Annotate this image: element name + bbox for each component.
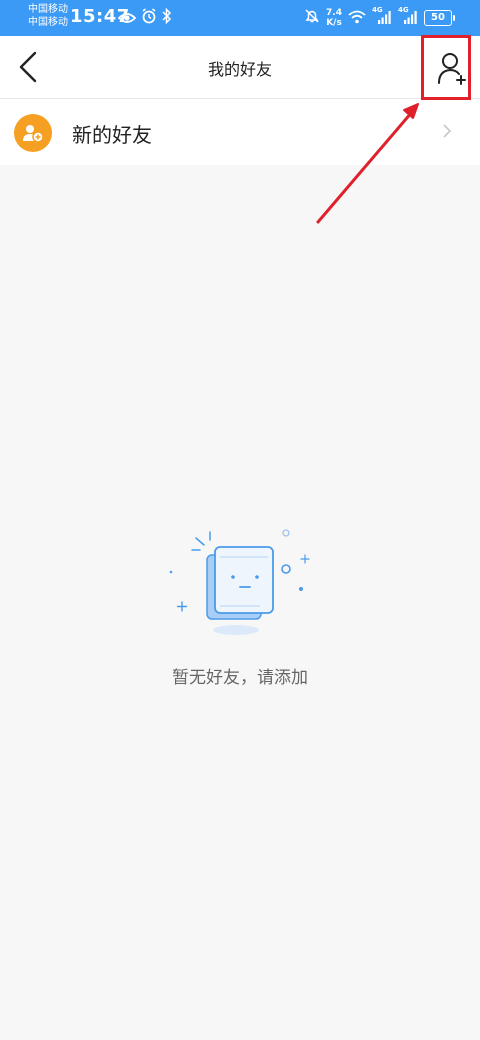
eye-icon [117,9,137,28]
nav-bar: 我的好友 [0,36,480,99]
mute-bell-icon [304,8,320,28]
signal-1-icon: 4G [372,6,392,28]
empty-state-message: 暂无好友，请添加 [172,668,308,688]
bluetooth-icon [162,7,172,28]
new-friends-icon [14,114,52,152]
add-friend-button[interactable] [432,48,472,88]
page-title: 我的好友 [207,60,272,79]
signal-2-icon: 4G [398,6,418,28]
alarm-icon [141,8,157,28]
status-bar: 中国移动 中国移动 15:47 7.4 K/s 4G 4G 50 [0,0,480,36]
status-icons-right: 7.4 K/s 4G 4G 50 [304,6,455,30]
wifi-icon [348,9,366,28]
carrier-2: 中国移动 [28,17,68,28]
net-speed: 7.4 K/s [326,8,342,28]
chevron-right-icon [443,124,452,138]
carrier-1: 中国移动 [28,4,68,15]
new-friends-row[interactable]: 新的好友 [0,99,480,165]
status-icons-left [117,7,172,28]
new-friends-label: 新的好友 [72,123,152,147]
empty-state-illustration [169,529,310,635]
battery-icon: 50 [424,10,455,26]
add-user-icon [438,53,466,85]
carrier-labels: 中国移动 中国移动 [28,3,68,29]
